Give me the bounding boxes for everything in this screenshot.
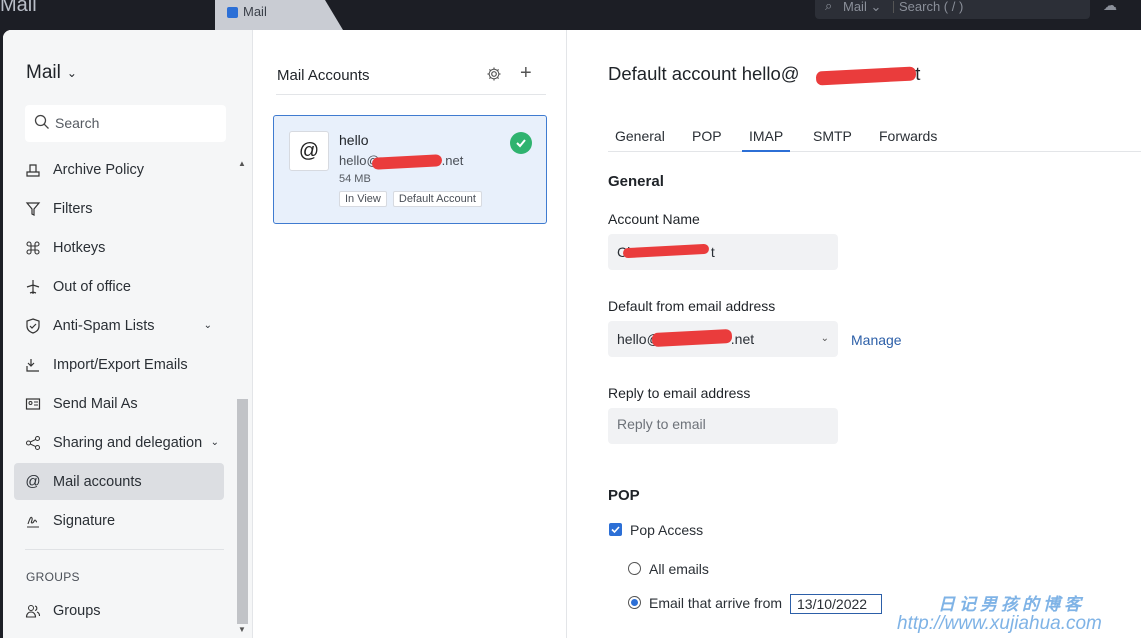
cloud-sync-icon[interactable]: ☁ xyxy=(1103,0,1117,14)
global-search-input[interactable]: Search ( / ) xyxy=(899,0,963,14)
from-date-field[interactable]: 13/10/2022 xyxy=(790,594,882,614)
sidebar-item-label: Archive Policy xyxy=(53,161,145,178)
airplane-icon xyxy=(24,278,42,296)
radio-email-from-date[interactable] xyxy=(628,596,641,609)
global-search[interactable]: ⌕ Mail ⌄ Search ( / ) xyxy=(815,0,1090,19)
search-module-select[interactable]: Mail ⌄ xyxy=(843,0,881,15)
sidebar-item-archive-policy[interactable]: Archive Policy xyxy=(14,151,224,188)
watermark-url: http://www.xujiahua.com xyxy=(897,613,1102,634)
share-icon xyxy=(24,434,42,452)
manage-link[interactable]: Manage xyxy=(851,332,902,348)
scroll-down-arrow-icon[interactable]: ▼ xyxy=(238,625,246,634)
sidebar-item-label: Groups xyxy=(53,602,101,619)
account-tabs: General POP IMAP SMTP Forwards xyxy=(608,126,1141,152)
reply-to-field[interactable] xyxy=(608,408,838,444)
pop-access-checkbox[interactable] xyxy=(609,523,622,536)
sidebar-item-label: Import/Export Emails xyxy=(53,356,188,373)
mail-app-icon xyxy=(227,7,238,18)
sidebar-search[interactable] xyxy=(25,105,226,142)
account-size: 54 MB xyxy=(339,173,371,185)
search-divider xyxy=(893,1,894,13)
add-account-button[interactable]: + xyxy=(520,62,532,85)
scroll-up-arrow-icon[interactable]: ▲ xyxy=(238,159,246,168)
shield-icon xyxy=(24,317,42,335)
account-name-label: Account Name xyxy=(608,211,700,227)
browser-tab-mail[interactable]: Mail xyxy=(215,0,343,30)
default-from-label: Default from email address xyxy=(608,298,776,314)
sidebar-item-label: Send Mail As xyxy=(53,395,138,412)
sidebar-scrollbar[interactable]: ▲ ▼ xyxy=(236,157,249,638)
mail-accounts-column: Mail Accounts + @ hello hello@ .net 54 MB… xyxy=(254,30,567,638)
settings-sidebar: Mail ⌄ Archive Policy Filters Hotkeys xyxy=(3,30,253,638)
radio-all-emails-label: All emails xyxy=(649,561,709,577)
mail-accounts-title: Mail Accounts xyxy=(277,67,370,84)
search-icon: ⌕ xyxy=(825,0,833,13)
tab-label: Mail xyxy=(243,4,267,19)
badge-in-view: In View xyxy=(339,191,387,207)
tab-pop[interactable]: POP xyxy=(692,128,722,152)
sidebar-item-filters[interactable]: Filters xyxy=(14,190,224,227)
sidebar-item-label: Sharing and delegation xyxy=(53,434,203,451)
groups-heading: GROUPS xyxy=(26,570,80,584)
pop-heading: POP xyxy=(608,487,640,504)
sidebar-item-import-export[interactable]: Import/Export Emails xyxy=(14,346,224,383)
sidebar-item-out-of-office[interactable]: Out of office xyxy=(14,268,224,305)
sidebar-item-mail-accounts[interactable]: @ Mail accounts xyxy=(14,463,224,500)
reply-to-label: Reply to email address xyxy=(608,385,751,401)
badge-default-account: Default Account xyxy=(392,191,482,207)
tab-imap[interactable]: IMAP xyxy=(742,128,791,152)
chevron-down-icon: ⌄ xyxy=(66,66,77,80)
sidebar-title-text: Mail xyxy=(26,62,61,83)
radio-email-from-date-label: Email that arrive from xyxy=(649,595,783,611)
account-card[interactable]: @ hello hello@ .net 54 MB In View Default… xyxy=(273,115,547,224)
sidebar-item-label: Anti-Spam Lists xyxy=(53,317,155,334)
import-export-icon xyxy=(24,356,42,374)
chevron-down-icon[interactable]: ⌄ xyxy=(211,437,219,448)
chevron-down-icon: ⌄ xyxy=(820,333,829,344)
sidebar-title[interactable]: Mail ⌄ xyxy=(26,62,77,84)
search-icon xyxy=(34,114,49,129)
tab-forwards[interactable]: Forwards xyxy=(879,128,937,152)
send-as-icon xyxy=(24,395,42,413)
sidebar-item-send-mail-as[interactable]: Send Mail As xyxy=(14,385,224,422)
sidebar-nav: Archive Policy Filters Hotkeys Out of of… xyxy=(14,151,224,541)
filter-icon xyxy=(24,200,42,218)
sidebar-item-hotkeys[interactable]: Hotkeys xyxy=(14,229,224,266)
app-name: Mail xyxy=(0,0,37,16)
sidebar-item-groups[interactable]: Groups xyxy=(14,592,224,629)
settings-panel: Mail ⌄ Archive Policy Filters Hotkeys xyxy=(3,30,1141,638)
sidebar-search-input[interactable] xyxy=(55,112,220,134)
account-name: hello xyxy=(339,132,369,148)
general-heading: General xyxy=(608,173,664,190)
sidebar-item-label: Filters xyxy=(53,200,93,217)
sidebar-item-label: Hotkeys xyxy=(53,239,106,256)
command-icon xyxy=(24,239,42,257)
watermark-text-cn: 日记男孩的博客 xyxy=(938,595,1085,614)
sidebar-item-signature[interactable]: Signature xyxy=(14,502,224,539)
account-badges: In View Default Account xyxy=(339,191,482,207)
scrollbar-thumb[interactable] xyxy=(237,399,248,624)
header-divider xyxy=(276,94,546,95)
account-settings-content: Default account hello@.net General POP I… xyxy=(568,30,1141,638)
sidebar-item-label: Mail accounts xyxy=(53,473,142,490)
signature-icon xyxy=(24,512,42,530)
sidebar-item-label: Signature xyxy=(53,512,116,529)
chevron-down-icon[interactable]: ⌄ xyxy=(204,320,212,331)
gear-icon[interactable] xyxy=(486,66,502,82)
at-icon: @ xyxy=(25,473,41,490)
users-icon xyxy=(24,602,42,620)
sidebar-item-sharing-delegation[interactable]: Sharing and delegation ⌄ xyxy=(14,424,224,461)
at-icon: @ xyxy=(289,131,329,171)
check-circle-icon xyxy=(510,132,532,154)
reply-to-input[interactable] xyxy=(617,416,827,432)
tab-general[interactable]: General xyxy=(615,128,665,152)
sidebar-item-anti-spam-lists[interactable]: Anti-Spam Lists ⌄ xyxy=(14,307,224,344)
tab-smtp[interactable]: SMTP xyxy=(813,128,852,152)
pop-access-label: Pop Access xyxy=(630,522,704,538)
archive-icon xyxy=(24,161,42,179)
app-top-bar: Mail Mail ⌕ Mail ⌄ Search ( / ) ☁ xyxy=(0,0,1141,30)
sidebar-divider xyxy=(25,549,224,550)
radio-all-emails[interactable] xyxy=(628,562,641,575)
sidebar-item-label: Out of office xyxy=(53,278,131,295)
